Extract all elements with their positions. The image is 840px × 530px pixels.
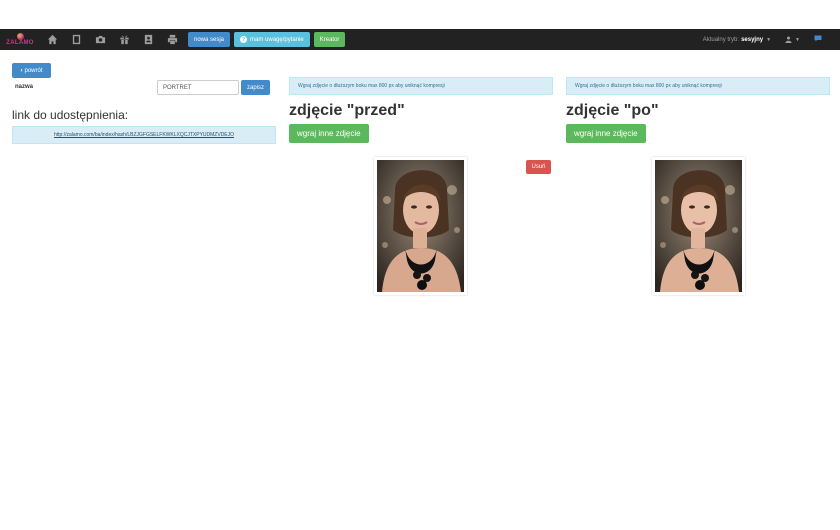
- user-icon: [785, 36, 792, 43]
- camera-icon[interactable]: [88, 29, 112, 50]
- print-icon[interactable]: [160, 29, 184, 50]
- name-label: nazwa: [15, 84, 34, 90]
- top-navbar: ZALAMO nowa sesja ? mam uwagę/pytanie Kr…: [0, 29, 840, 50]
- after-photo: [652, 157, 745, 295]
- home-icon[interactable]: [40, 29, 64, 50]
- feedback-label: mam uwagę/pytanie: [250, 36, 304, 43]
- flag-icon[interactable]: [814, 35, 822, 44]
- delete-button[interactable]: Usuń: [526, 160, 551, 174]
- after-title: zdjęcie "po": [566, 102, 659, 119]
- mode-label: Aktualny tryb:: [702, 36, 740, 43]
- chevron-left-icon: ‹: [20, 67, 23, 74]
- user-menu[interactable]: ▼: [785, 36, 800, 43]
- chevron-down-icon: ▼: [795, 36, 800, 43]
- mode-switcher[interactable]: Aktualny tryb: sesyjny ▼ ▼: [703, 35, 840, 44]
- portrait-image: [655, 160, 742, 292]
- name-input[interactable]: PORTRET: [157, 80, 239, 95]
- share-link[interactable]: http://zalamo.com/ba/index/hash/LBZJGFGS…: [54, 132, 234, 138]
- share-title: link do udostępnienia:: [12, 108, 129, 122]
- before-info-alert: Wgraj zdjęcie o dłuższym boku max 800 px…: [289, 77, 553, 95]
- zalamo-logo[interactable]: ZALAMO: [0, 29, 40, 50]
- after-upload-button[interactable]: wgraj inne zdjęcie: [566, 124, 646, 143]
- feedback-button[interactable]: ? mam uwagę/pytanie: [234, 32, 310, 47]
- after-info-alert: Wgraj zdjęcie o dłuższym boku max 800 px…: [566, 77, 830, 95]
- save-button[interactable]: zapisz: [241, 80, 270, 95]
- logo-text: ZALAMO: [6, 39, 34, 46]
- new-session-button[interactable]: nowa sesja: [188, 32, 231, 47]
- back-button[interactable]: ‹ powrót: [12, 63, 51, 78]
- portrait-image: [377, 160, 464, 292]
- before-panel: Wgraj zdjęcie o dłuższym boku max 800 px…: [289, 77, 553, 143]
- creator-button[interactable]: Kreator: [313, 32, 346, 47]
- question-icon: ?: [240, 36, 248, 43]
- chevron-down-icon: ▼: [766, 36, 772, 43]
- after-panel: Wgraj zdjęcie o dłuższym boku max 800 px…: [566, 77, 830, 143]
- share-link-box: http://zalamo.com/ba/index/hash/LBZJGFGS…: [12, 126, 276, 144]
- book-icon[interactable]: [64, 29, 88, 50]
- contact-icon[interactable]: [136, 29, 160, 50]
- back-label: powrót: [24, 67, 43, 74]
- before-upload-button[interactable]: wgraj inne zdjęcie: [289, 124, 369, 143]
- before-title: zdjęcie "przed": [289, 102, 405, 119]
- logo-mark: [16, 32, 24, 40]
- mode-value: sesyjny: [741, 36, 764, 43]
- before-photo: [374, 157, 467, 295]
- gift-icon[interactable]: [112, 29, 136, 50]
